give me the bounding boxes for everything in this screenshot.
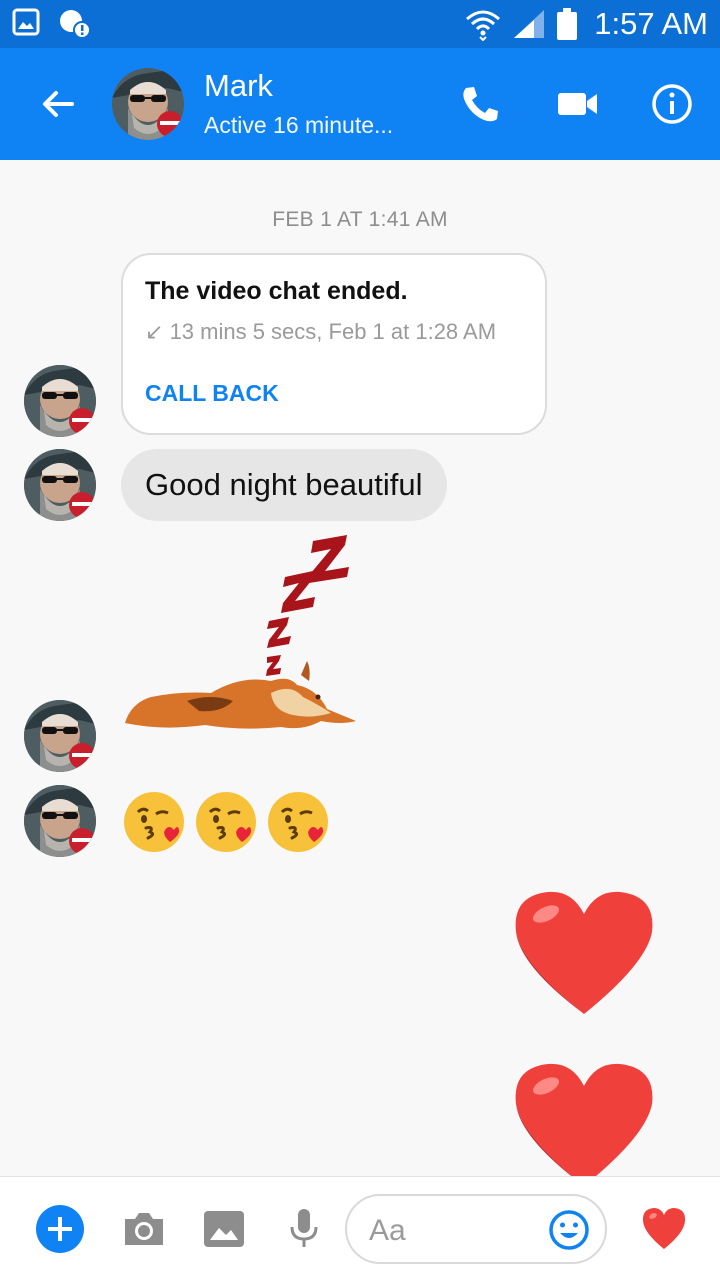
avatar[interactable] bbox=[112, 68, 184, 140]
status-bar: 1:57 AM bbox=[0, 0, 720, 48]
status-time: 1:57 AM bbox=[594, 6, 708, 41]
incoming-call-arrow-icon: ↙ bbox=[145, 319, 164, 344]
kissing-emoji-icon[interactable] bbox=[194, 790, 258, 854]
avatar[interactable] bbox=[24, 449, 96, 521]
sleeping-dog-sticker[interactable] bbox=[121, 535, 361, 740]
kissing-emoji-icon[interactable] bbox=[266, 790, 330, 854]
contact-name[interactable]: Mark bbox=[204, 68, 273, 104]
smiley-icon[interactable] bbox=[547, 1208, 591, 1252]
date-stamp: FEB 1 AT 1:41 AM bbox=[272, 208, 448, 231]
call-card-title: The video chat ended. bbox=[145, 277, 408, 305]
status-left-icons bbox=[12, 8, 92, 40]
heart-icon[interactable] bbox=[512, 888, 656, 1016]
call-ended-card: The video chat ended. ↙ 13 mins 5 secs, … bbox=[121, 253, 547, 435]
avatar[interactable] bbox=[24, 700, 96, 772]
gallery-icon bbox=[12, 8, 40, 36]
heart-icon[interactable] bbox=[640, 1205, 688, 1253]
heart-icon[interactable] bbox=[512, 1060, 656, 1188]
video-camera-icon[interactable] bbox=[556, 82, 600, 126]
notification-icon bbox=[60, 10, 91, 39]
info-icon[interactable] bbox=[650, 82, 694, 126]
phone-icon[interactable] bbox=[458, 82, 502, 126]
composer-bar: Aa bbox=[0, 1176, 720, 1280]
activity-status: Active 16 minute... bbox=[204, 112, 394, 138]
message-thread: FEB 1 AT 1:41 AM The video chat ended. ↙… bbox=[0, 160, 720, 1186]
signal-icon bbox=[514, 10, 545, 38]
image-icon[interactable] bbox=[200, 1205, 248, 1253]
microphone-icon[interactable] bbox=[280, 1205, 328, 1253]
camera-icon[interactable] bbox=[120, 1205, 168, 1253]
call-back-button[interactable]: CALL BACK bbox=[145, 380, 279, 407]
call-card-detail: ↙ 13 mins 5 secs, Feb 1 at 1:28 AM bbox=[145, 319, 496, 345]
status-right: 1:57 AM bbox=[464, 6, 708, 42]
call-duration: 13 mins 5 secs, Feb 1 at 1:28 AM bbox=[169, 319, 497, 344]
conversation-header: Mark Active 16 minute... bbox=[0, 48, 720, 160]
plus-icon[interactable] bbox=[36, 1205, 84, 1253]
battery-icon bbox=[557, 8, 578, 40]
message-input[interactable]: Aa bbox=[345, 1194, 607, 1264]
kissing-emoji-icon[interactable] bbox=[122, 790, 186, 854]
avatar[interactable] bbox=[24, 365, 96, 437]
message-input-placeholder: Aa bbox=[369, 1214, 406, 1247]
back-arrow-icon[interactable] bbox=[36, 82, 80, 126]
wifi-icon bbox=[466, 10, 501, 41]
avatar[interactable] bbox=[24, 785, 96, 857]
message-bubble[interactable]: Good night beautiful bbox=[121, 449, 447, 521]
